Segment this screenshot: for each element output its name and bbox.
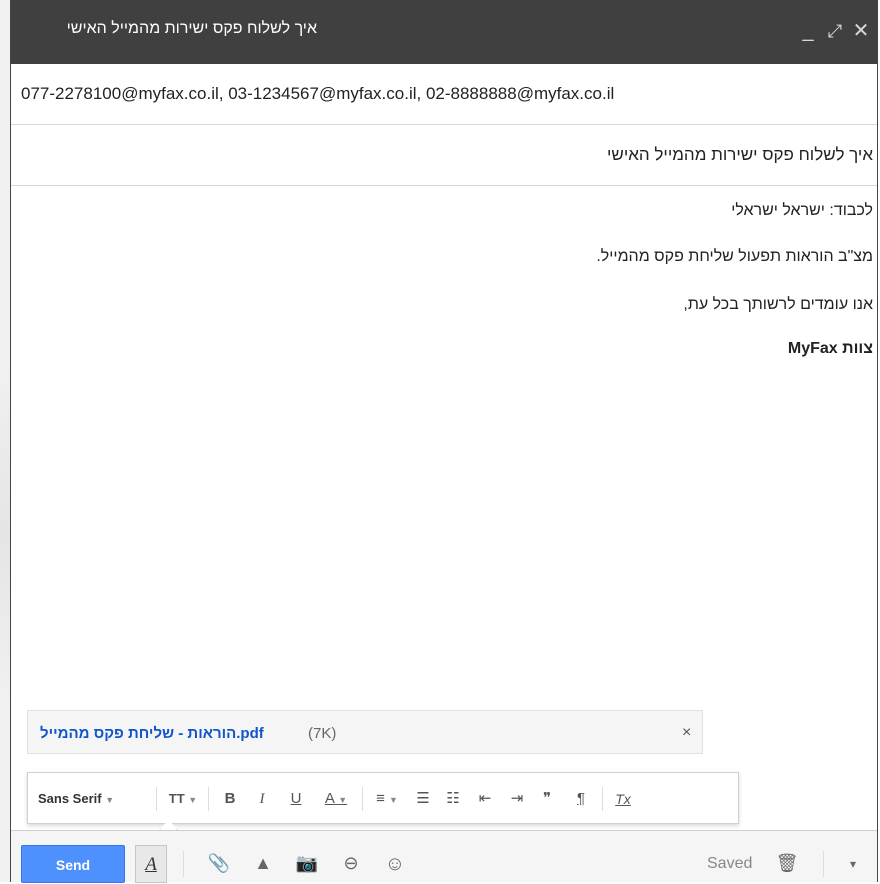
font-family-label: Sans Serif (38, 791, 102, 806)
italic-icon[interactable]: I (252, 789, 272, 809)
numbered-list-icon[interactable]: ☰ (412, 789, 434, 809)
text-color-glyph: A (324, 790, 335, 807)
align-icon[interactable]: ≡ ▼ (370, 789, 404, 809)
camera-icon[interactable]: 📷 (295, 853, 319, 874)
sidebar-shade (0, 360, 10, 710)
toolbar-divider (183, 851, 184, 877)
chevron-down-icon: ▼ (105, 795, 115, 805)
compose-title: איך לשלוח פקס ישירות מהמייל האישי (66, 20, 317, 37)
more-options-icon[interactable]: ▾ (843, 857, 863, 871)
attachment-chip: הוראות - שליחת פקס מהמייל.pdf (7K) × (27, 710, 703, 754)
remove-attachment-icon[interactable]: × (682, 724, 691, 742)
toolbar-divider (602, 787, 603, 811)
compose-window: איך לשלוח פקס ישירות מהמייל האישי _ ⤢ ✕ … (10, 0, 878, 883)
attachment-size: (7K) (308, 725, 337, 742)
indent-more-icon[interactable]: ⇥ (506, 789, 528, 809)
toolbar-divider (823, 851, 824, 877)
compose-bottom-toolbar: Send A 📎 ▲ 📷 ⊖ ☺ Saved 🗑 ▾ (11, 830, 877, 883)
formatting-options-toggle[interactable]: A (135, 845, 167, 883)
subject-field[interactable]: איך לשלוח פקס ישירות מהמייל האישי (11, 125, 877, 186)
quote-icon[interactable]: ❞ (536, 789, 558, 809)
body-signature: צוות MyFax (787, 340, 873, 357)
trash-icon[interactable]: 🗑 (775, 853, 799, 874)
compose-titlebar[interactable]: איך לשלוח פקס ישירות מהמייל האישי _ ⤢ ✕ (11, 0, 877, 64)
chevron-down-icon: ▼ (188, 795, 198, 805)
bold-icon[interactable]: B (220, 789, 240, 809)
minimize-icon[interactable]: _ (796, 18, 820, 44)
body-line: אנו עומדים לרשותך בכל עת, (683, 296, 873, 313)
font-family-select[interactable]: Sans Serif ▼ (38, 789, 114, 809)
chevron-down-icon: ▼ (389, 795, 398, 805)
body-line: לכבוד: ישראל ישראלי (731, 202, 873, 219)
emoji-icon[interactable]: ☺ (383, 853, 407, 876)
attachment-link[interactable]: הוראות - שליחת פקס מהמייל.pdf (40, 725, 264, 742)
drive-icon[interactable]: ▲ (251, 853, 275, 874)
send-button[interactable]: Send (21, 845, 125, 883)
saved-status: Saved (707, 855, 753, 872)
bulleted-list-icon[interactable]: ☷ (442, 789, 464, 809)
indent-less-icon[interactable]: ⇤ (474, 789, 496, 809)
link-icon[interactable]: ⊖ (339, 853, 363, 874)
toolbar-divider (208, 787, 209, 811)
expand-icon[interactable]: ⤢ (823, 18, 847, 44)
font-size-icon[interactable]: TT ▼ (166, 789, 200, 809)
recipients-field[interactable]: 077-2278100@myfax.co.il, 03-1234567@myfa… (11, 64, 877, 125)
close-icon[interactable]: ✕ (849, 18, 873, 44)
underline-icon[interactable]: U (286, 789, 306, 809)
toolbar-divider (362, 787, 363, 811)
text-color-icon[interactable]: A ▼ (318, 789, 354, 809)
align-glyph: ≡ (376, 790, 385, 807)
font-size-glyph: TT (168, 791, 185, 806)
chevron-down-icon: ▼ (338, 795, 348, 805)
paperclip-icon[interactable]: 📎 (207, 853, 231, 874)
formatting-toolbar: Sans Serif ▼ TT ▼ B I U A ▼ ≡ ▼ ☰ ☷ ⇤ ⇥ … (27, 772, 739, 839)
remove-formatting-icon[interactable]: Tx (610, 789, 636, 809)
toolbar-divider (156, 787, 157, 811)
text-direction-icon[interactable]: ¶ (570, 789, 592, 809)
background-sidebar (0, 0, 10, 882)
recipients-text[interactable]: 077-2278100@myfax.co.il, 03-1234567@myfa… (21, 84, 614, 104)
body-line: מצ"ב הוראות תפעול שליחת פקס מהמייל. (596, 248, 873, 265)
subject-text[interactable]: איך לשלוח פקס ישירות מהמייל האישי (607, 145, 873, 165)
